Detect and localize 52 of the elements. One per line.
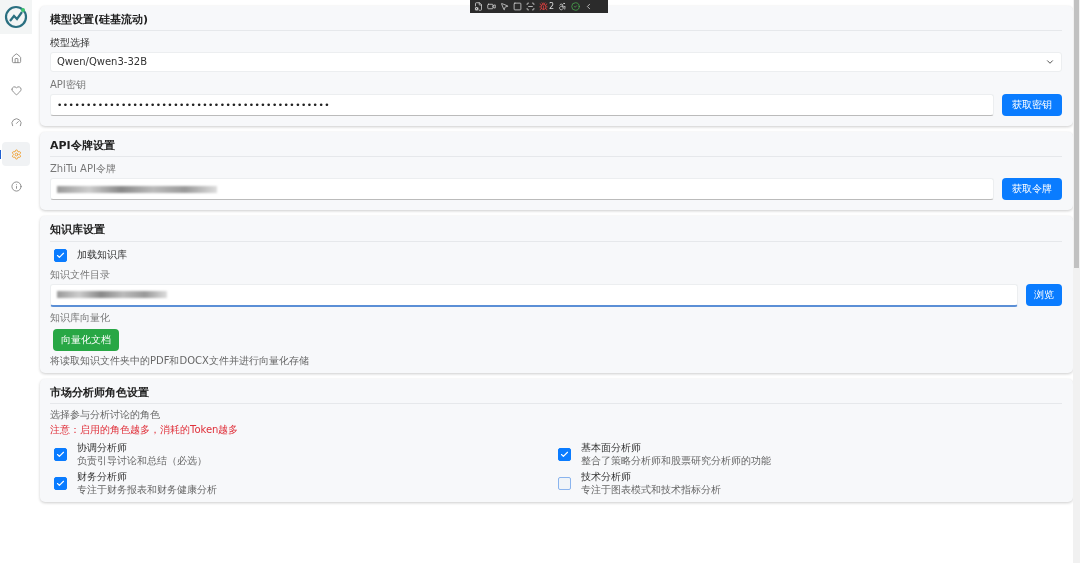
gauge-icon [10,116,22,128]
role-description: 专注于财务报表和财务健康分析 [77,483,217,496]
scrollbar[interactable] [1073,0,1080,563]
checkbox[interactable] [54,476,67,490]
field-label: 知识文件目录 [50,268,111,281]
bug-icon[interactable] [539,2,548,11]
browse-button[interactable]: 浏览 [1026,284,1062,307]
get-key-button[interactable]: 获取密钥 [1002,94,1062,117]
check-icon [560,449,569,459]
section-title: API令牌设置 [50,136,1062,158]
api-key-field[interactable]: ••••••••••••••••••••••••••••••••••••••••••••••• [50,94,994,117]
role-description: 负责引导讨论和总结（必选） [77,454,207,467]
check-icon [56,478,65,488]
field-label: 知识库向量化 [50,311,111,324]
checkbox[interactable] [54,248,67,262]
pointer-icon[interactable] [500,2,509,11]
accessibility-icon[interactable] [558,2,568,11]
model-select[interactable]: Qwen/Qwen3-32B [50,52,1062,73]
vectorize-button[interactable]: 向量化文档 [53,328,119,351]
scan-icon[interactable] [526,2,535,11]
role-description: 专注于图表模式和技术指标分析 [581,483,721,496]
role-name: 基本面分析师 [581,441,642,454]
checkbox[interactable] [54,447,67,461]
role-description: 整合了策略分析师和股票研究分析师的功能 [581,454,771,467]
square-icon[interactable] [513,2,522,11]
file-gear-icon[interactable] [474,2,483,11]
checkbox-label: 加载知识库 [77,249,127,262]
video-icon[interactable] [487,2,496,11]
field-label: API密钥 [50,79,87,92]
section-title: 市场分析师角色设置 [50,382,1062,404]
heart-icon [10,84,22,96]
issue-count: 2 [549,2,555,11]
check-circle-icon[interactable] [571,2,581,11]
check-icon [56,449,65,459]
section-title: 知识库设置 [50,220,1062,242]
role-name: 协调分析师 [77,441,128,454]
checkbox[interactable] [558,476,571,490]
subtitle-text: 选择参与分析讨论的角色 [50,408,161,421]
role-name: 技术分析师 [581,470,632,483]
field-label: ZhiTu API令牌 [50,163,117,176]
role-name: 财务分析师 [77,470,128,483]
field-label: 模型选择 [50,37,91,50]
info-icon [10,180,22,192]
check-icon [56,250,65,260]
checkbox[interactable] [558,447,571,461]
home-icon [10,52,22,64]
hint-text: 将读取知识文件夹中的PDF和DOCX文件并进行向量化存储 [50,354,310,367]
token-field[interactable] [50,178,994,201]
directory-field[interactable] [50,283,1018,307]
warning-text: 注意：启用的角色越多，消耗的Token越多 [50,423,240,436]
gear-icon [10,148,22,160]
get-token-button[interactable]: 获取令牌 [1002,178,1062,201]
